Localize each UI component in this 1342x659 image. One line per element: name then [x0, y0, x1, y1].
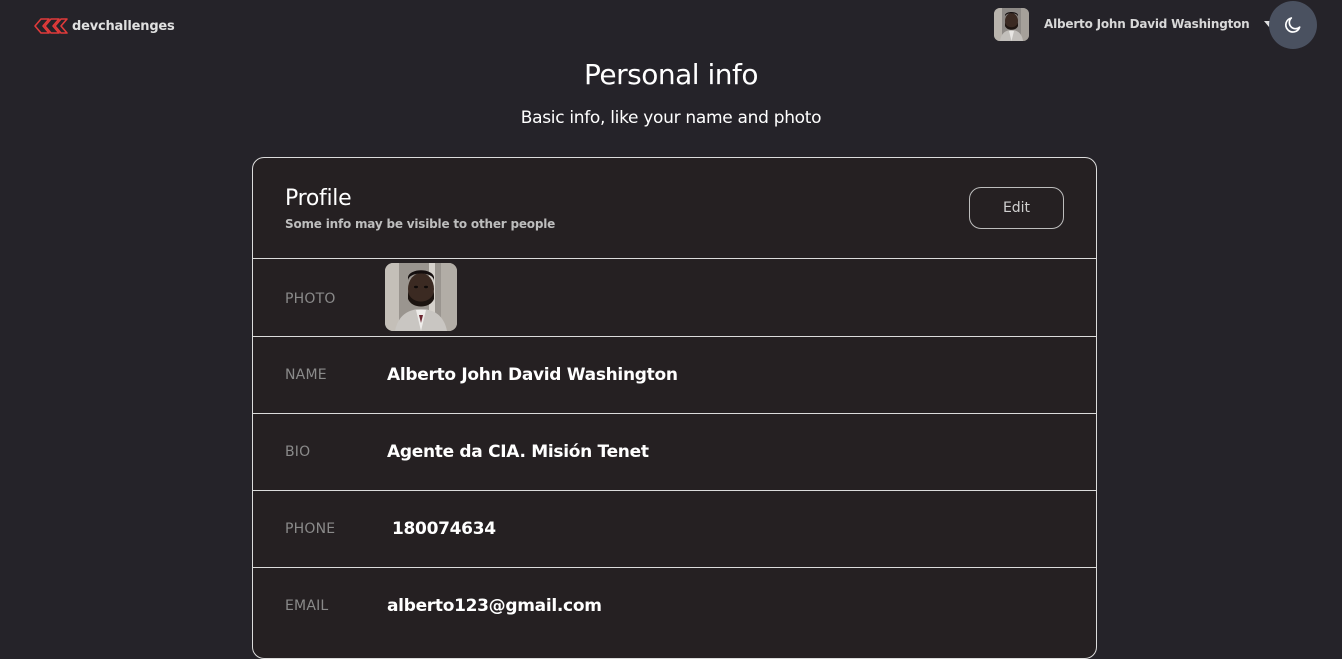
phone-row: PHONE 180074634: [253, 491, 1096, 568]
email-value: alberto123@gmail.com: [387, 596, 602, 616]
profile-photo: [385, 263, 457, 331]
theme-toggle-button[interactable]: [1269, 1, 1317, 49]
profile-card-header: Profile Some info may be visible to othe…: [253, 158, 1096, 259]
phone-value: 180074634: [392, 519, 496, 539]
devchallenges-logo-icon: [34, 18, 68, 34]
name-label: NAME: [285, 367, 327, 383]
page-title: Personal info: [584, 58, 758, 91]
profile-description: Some info may be visible to other people: [285, 217, 556, 231]
user-name: Alberto John David Washington: [1044, 17, 1250, 31]
bio-row: BIO Agente da CIA. Misión Tenet: [253, 414, 1096, 491]
edit-button[interactable]: Edit: [969, 187, 1064, 229]
email-row: EMAIL alberto123@gmail.com: [253, 568, 1096, 658]
bio-value: Agente da CIA. Misión Tenet: [387, 442, 649, 462]
user-avatar[interactable]: [994, 7, 1029, 41]
brand-name: devchallenges: [72, 18, 175, 34]
bio-label: BIO: [285, 444, 311, 460]
profile-card: Profile Some info may be visible to othe…: [252, 157, 1097, 659]
profile-title: Profile: [285, 186, 352, 211]
user-menu[interactable]: Alberto John David Washington: [994, 7, 1274, 41]
email-label: EMAIL: [285, 598, 329, 614]
moon-icon: [1285, 17, 1301, 33]
photo-label: PHOTO: [285, 291, 336, 307]
top-bar: devchallenges Alberto John David Washing…: [0, 0, 1342, 52]
name-row: NAME Alberto John David Washington: [253, 337, 1096, 414]
photo-row: PHOTO: [253, 259, 1096, 337]
phone-label: PHONE: [285, 521, 336, 537]
brand[interactable]: devchallenges: [33, 15, 175, 37]
name-value: Alberto John David Washington: [387, 365, 678, 385]
page-subtitle: Basic info, like your name and photo: [520, 108, 822, 128]
